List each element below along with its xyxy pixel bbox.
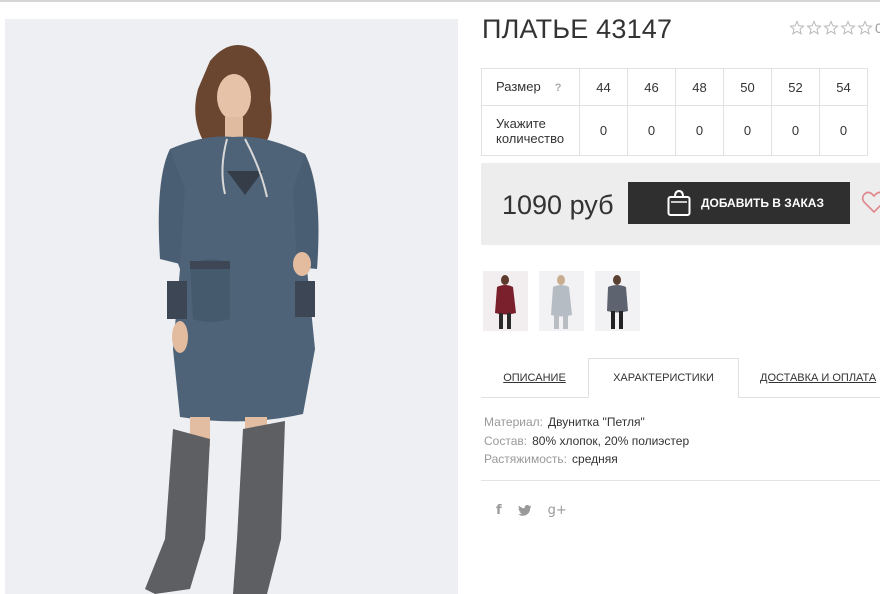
quantity-input[interactable]: 0 <box>579 105 628 156</box>
thumbnail-dark-grey[interactable] <box>595 271 640 331</box>
stretch-value: средняя <box>572 452 618 466</box>
heart-icon[interactable] <box>861 190 880 214</box>
composition-value: 80% хлопок, 20% полиэстер <box>532 433 690 448</box>
top-divider <box>0 0 880 2</box>
product-title: ПЛАТЬЕ 43147 <box>482 14 673 44</box>
tab-delivery[interactable]: ДОСТАВКА И ОПЛАТА <box>751 358 880 398</box>
characteristic-material: Материал: Двунитка "Петля" <box>484 413 689 432</box>
star-icon[interactable] <box>823 20 839 36</box>
quantity-input[interactable]: 0 <box>627 105 676 156</box>
star-icon[interactable] <box>789 20 805 36</box>
star-icon[interactable] <box>806 20 822 36</box>
add-to-order-label: ДОБАВИТЬ В ЗАКАЗ <box>701 196 824 210</box>
size-cell: 44 <box>579 68 628 106</box>
rating-stars[interactable] <box>789 20 873 36</box>
size-label-cell: Размер? <box>481 68 580 106</box>
stretch-label: Растяжимость: <box>484 452 568 466</box>
price: 1090 руб <box>502 190 614 220</box>
star-icon[interactable] <box>857 20 873 36</box>
quantity-label: Укажите количество <box>481 105 580 156</box>
quantity-input[interactable]: 0 <box>819 105 868 156</box>
material-label: Материал: <box>484 415 543 429</box>
size-table: Размер? 44 46 48 50 52 54 Укажите количе… <box>481 68 868 156</box>
size-cell: 50 <box>723 68 772 106</box>
quantity-input[interactable]: 0 <box>771 105 820 156</box>
tab-characteristics[interactable]: ХАРАКТЕРИСТИКИ <box>588 358 739 398</box>
rating-count: 0 <box>875 20 880 36</box>
size-cell: 48 <box>675 68 724 106</box>
size-cell: 54 <box>819 68 868 106</box>
section-divider <box>481 480 880 481</box>
product-tabs: ОПИСАНИЕ ХАРАКТЕРИСТИКИ ДОСТАВКА И ОПЛАТ… <box>481 358 880 398</box>
thumbnail-strip <box>483 271 640 331</box>
product-main-photo[interactable] <box>5 19 458 594</box>
social-share: f g+ <box>496 503 567 518</box>
quantity-row: Укажите количество 0 0 0 0 0 0 <box>481 105 868 156</box>
bag-icon <box>667 189 691 216</box>
material-value: Двунитка "Петля" <box>547 415 645 429</box>
price-panel: 1090 руб ДОБАВИТЬ В ЗАКАЗ <box>481 163 880 245</box>
facebook-icon[interactable]: f <box>496 503 502 518</box>
googleplus-icon[interactable]: g+ <box>548 503 567 518</box>
thumbnail-grey[interactable] <box>539 271 584 331</box>
size-cell: 52 <box>771 68 820 106</box>
characteristic-stretch: Растяжимость: средняя <box>484 450 689 469</box>
quantity-input[interactable]: 0 <box>723 105 772 156</box>
size-help-icon[interactable]: ? <box>555 81 562 96</box>
thumbnail-burgundy[interactable] <box>483 271 528 331</box>
star-icon[interactable] <box>840 20 856 36</box>
twitter-icon[interactable] <box>517 504 532 517</box>
characteristics-list: Материал: Двунитка "Петля" Состав: 80% хло… <box>484 413 689 469</box>
tab-description[interactable]: ОПИСАНИЕ <box>481 358 588 398</box>
size-label: Размер <box>496 78 541 94</box>
size-cell: 46 <box>627 68 676 106</box>
composition-label: Состав: <box>484 433 528 448</box>
quantity-input[interactable]: 0 <box>675 105 724 156</box>
add-to-order-button[interactable]: ДОБАВИТЬ В ЗАКАЗ <box>628 182 850 224</box>
characteristic-composition: Состав: 80% хлопок, 20% полиэстер <box>484 432 689 451</box>
size-row: Размер? 44 46 48 50 52 54 <box>481 68 868 106</box>
